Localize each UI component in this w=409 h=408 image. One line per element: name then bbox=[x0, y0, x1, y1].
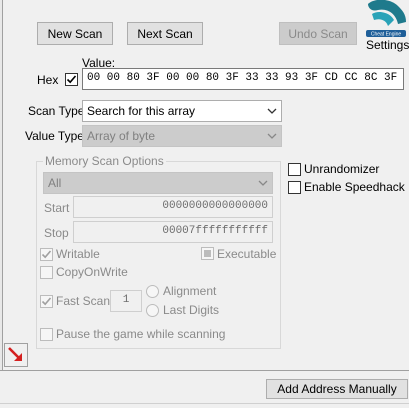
unrandomizer-checkbox[interactable] bbox=[288, 163, 301, 176]
svg-text:Cheat Engine: Cheat Engine bbox=[371, 32, 402, 38]
memory-scan-options-title: Memory Scan Options bbox=[43, 154, 166, 168]
cheat-engine-logo-icon[interactable]: Cheat Engine bbox=[362, 0, 409, 38]
last-digits-radio[interactable] bbox=[146, 304, 159, 317]
settings-label[interactable]: Settings bbox=[366, 38, 409, 52]
speedhack-checkbox[interactable] bbox=[288, 181, 301, 194]
pause-game-checkbox[interactable] bbox=[40, 328, 53, 341]
writable-checkbox[interactable] bbox=[40, 248, 53, 261]
value-type-value: Array of byte bbox=[87, 129, 156, 143]
last-digits-label: Last Digits bbox=[163, 303, 220, 317]
chevron-down-icon bbox=[258, 180, 268, 186]
memory-region-value: All bbox=[48, 176, 62, 190]
unrandomizer-label: Unrandomizer bbox=[304, 162, 380, 176]
fast-scan-value-input[interactable]: 1 bbox=[110, 290, 142, 312]
executable-label: Executable bbox=[217, 247, 277, 261]
fast-scan-label: Fast Scan bbox=[56, 294, 111, 308]
scan-type-select[interactable]: Search for this array bbox=[82, 100, 282, 122]
next-scan-button[interactable]: Next Scan bbox=[127, 22, 203, 45]
fast-scan-checkbox[interactable] bbox=[40, 295, 53, 308]
executable-checkbox[interactable] bbox=[201, 247, 214, 260]
checkmark-icon bbox=[41, 250, 52, 259]
alignment-label: Alignment bbox=[163, 284, 217, 298]
writable-label: Writable bbox=[56, 247, 100, 261]
bottom-edge bbox=[0, 403, 409, 404]
scan-type-label: Scan Type bbox=[28, 104, 85, 118]
add-address-manually-button[interactable]: Add Address Manually bbox=[266, 379, 408, 399]
pause-game-label: Pause the game while scanning bbox=[56, 327, 226, 341]
scan-type-value: Search for this array bbox=[87, 104, 196, 118]
copyonwrite-label: CopyOnWrite bbox=[56, 265, 128, 279]
chevron-down-icon bbox=[267, 133, 277, 139]
stop-label: Stop bbox=[44, 226, 69, 240]
left-panel-edge bbox=[0, 0, 3, 370]
chevron-down-icon bbox=[267, 108, 277, 114]
value-type-select[interactable]: Array of byte bbox=[82, 125, 282, 147]
speedhack-label: Enable Speedhack bbox=[304, 180, 405, 194]
stop-address-input[interactable]: 00007fffffffffff bbox=[73, 221, 273, 243]
scan-panel: New Scan Next Scan Undo Scan Cheat Engin… bbox=[0, 0, 409, 408]
new-scan-button[interactable]: New Scan bbox=[37, 22, 113, 45]
undo-scan-button[interactable]: Undo Scan bbox=[279, 22, 357, 45]
checkmark-icon bbox=[66, 75, 77, 84]
arrow-button[interactable] bbox=[4, 343, 28, 367]
memory-region-select[interactable]: All bbox=[43, 172, 273, 194]
start-label: Start bbox=[44, 201, 70, 215]
indeterminate-mark bbox=[204, 250, 211, 257]
value-type-label: Value Type bbox=[25, 129, 84, 143]
value-input[interactable]: 00 00 80 3F 00 00 80 3F 33 33 93 3F CD C… bbox=[82, 68, 404, 90]
hex-checkbox[interactable] bbox=[65, 73, 78, 86]
hex-label: Hex bbox=[37, 73, 59, 87]
alignment-radio[interactable] bbox=[146, 285, 159, 298]
red-arrow-icon bbox=[8, 347, 22, 361]
copyonwrite-checkbox[interactable] bbox=[40, 266, 53, 279]
checkmark-icon bbox=[41, 297, 52, 306]
start-address-input[interactable]: 0000000000000000 bbox=[73, 196, 273, 218]
bottom-separator bbox=[0, 370, 409, 371]
